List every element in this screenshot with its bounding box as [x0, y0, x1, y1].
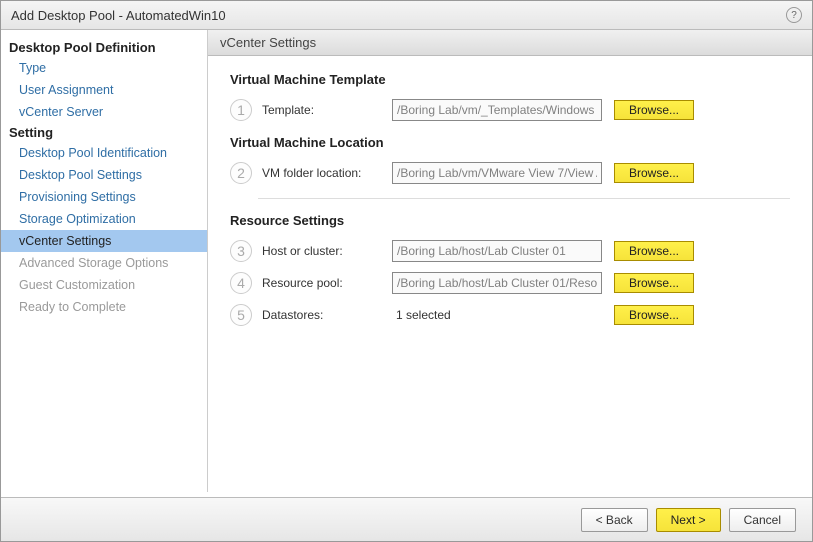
label-pool: Resource pool: — [262, 276, 392, 290]
row-template: 1 Template: Browse... — [230, 99, 790, 121]
sidebar: Desktop Pool Definition Type User Assign… — [1, 30, 208, 492]
nav-item-ready-to-complete: Ready to Complete — [1, 296, 207, 318]
back-button[interactable]: < Back — [581, 508, 648, 532]
browse-pool-button[interactable]: Browse... — [614, 273, 694, 293]
body-wrap: Desktop Pool Definition Type User Assign… — [1, 30, 812, 492]
cancel-button[interactable]: Cancel — [729, 508, 796, 532]
step-badge-1: 1 — [230, 99, 252, 121]
browse-datastores-button[interactable]: Browse... — [614, 305, 694, 325]
nav-item-provisioning-settings[interactable]: Provisioning Settings — [1, 186, 207, 208]
step-badge-2: 2 — [230, 162, 252, 184]
row-pool: 4 Resource pool: Browse... — [230, 272, 790, 294]
title-bar: Add Desktop Pool - AutomatedWin10 ? — [1, 1, 812, 30]
browse-template-button[interactable]: Browse... — [614, 100, 694, 120]
nav-item-guest-customization: Guest Customization — [1, 274, 207, 296]
input-template[interactable] — [392, 99, 602, 121]
content-area: vCenter Settings Virtual Machine Templat… — [208, 30, 812, 492]
group-vm-location: Virtual Machine Location — [230, 135, 790, 150]
browse-folder-button[interactable]: Browse... — [614, 163, 694, 183]
input-folder[interactable] — [392, 162, 602, 184]
input-pool[interactable] — [392, 272, 602, 294]
nav-item-storage-optimization[interactable]: Storage Optimization — [1, 208, 207, 230]
browse-host-button[interactable]: Browse... — [614, 241, 694, 261]
nav-item-user-assignment[interactable]: User Assignment — [1, 79, 207, 101]
nav-item-vcenter-settings[interactable]: vCenter Settings — [1, 230, 207, 252]
input-host[interactable] — [392, 240, 602, 262]
nav-item-advanced-storage-options: Advanced Storage Options — [1, 252, 207, 274]
step-badge-5: 5 — [230, 304, 252, 326]
content-body: Virtual Machine Template 1 Template: Bro… — [208, 56, 812, 352]
row-datastores: 5 Datastores: 1 selected Browse... — [230, 304, 790, 326]
nav-item-desktop-pool-settings[interactable]: Desktop Pool Settings — [1, 164, 207, 186]
value-datastores: 1 selected — [392, 308, 602, 322]
row-host: 3 Host or cluster: Browse... — [230, 240, 790, 262]
group-resource-settings: Resource Settings — [230, 213, 790, 228]
divider — [258, 198, 790, 199]
step-badge-4: 4 — [230, 272, 252, 294]
step-badge-3: 3 — [230, 240, 252, 262]
nav-section-setting: Setting — [1, 123, 207, 142]
next-button[interactable]: Next > — [656, 508, 721, 532]
nav-section-definition: Desktop Pool Definition — [1, 38, 207, 57]
window-title: Add Desktop Pool - AutomatedWin10 — [11, 8, 226, 23]
nav-item-vcenter-server[interactable]: vCenter Server — [1, 101, 207, 123]
label-datastores: Datastores: — [262, 308, 392, 322]
label-host: Host or cluster: — [262, 244, 392, 258]
nav-item-desktop-pool-identification[interactable]: Desktop Pool Identification — [1, 142, 207, 164]
footer: < Back Next > Cancel — [1, 497, 812, 541]
row-folder: 2 VM folder location: Browse... — [230, 162, 790, 184]
nav-item-type[interactable]: Type — [1, 57, 207, 79]
label-folder: VM folder location: — [262, 166, 392, 180]
help-icon[interactable]: ? — [786, 7, 802, 23]
group-vm-template: Virtual Machine Template — [230, 72, 790, 87]
label-template: Template: — [262, 103, 392, 117]
content-header: vCenter Settings — [208, 30, 812, 56]
